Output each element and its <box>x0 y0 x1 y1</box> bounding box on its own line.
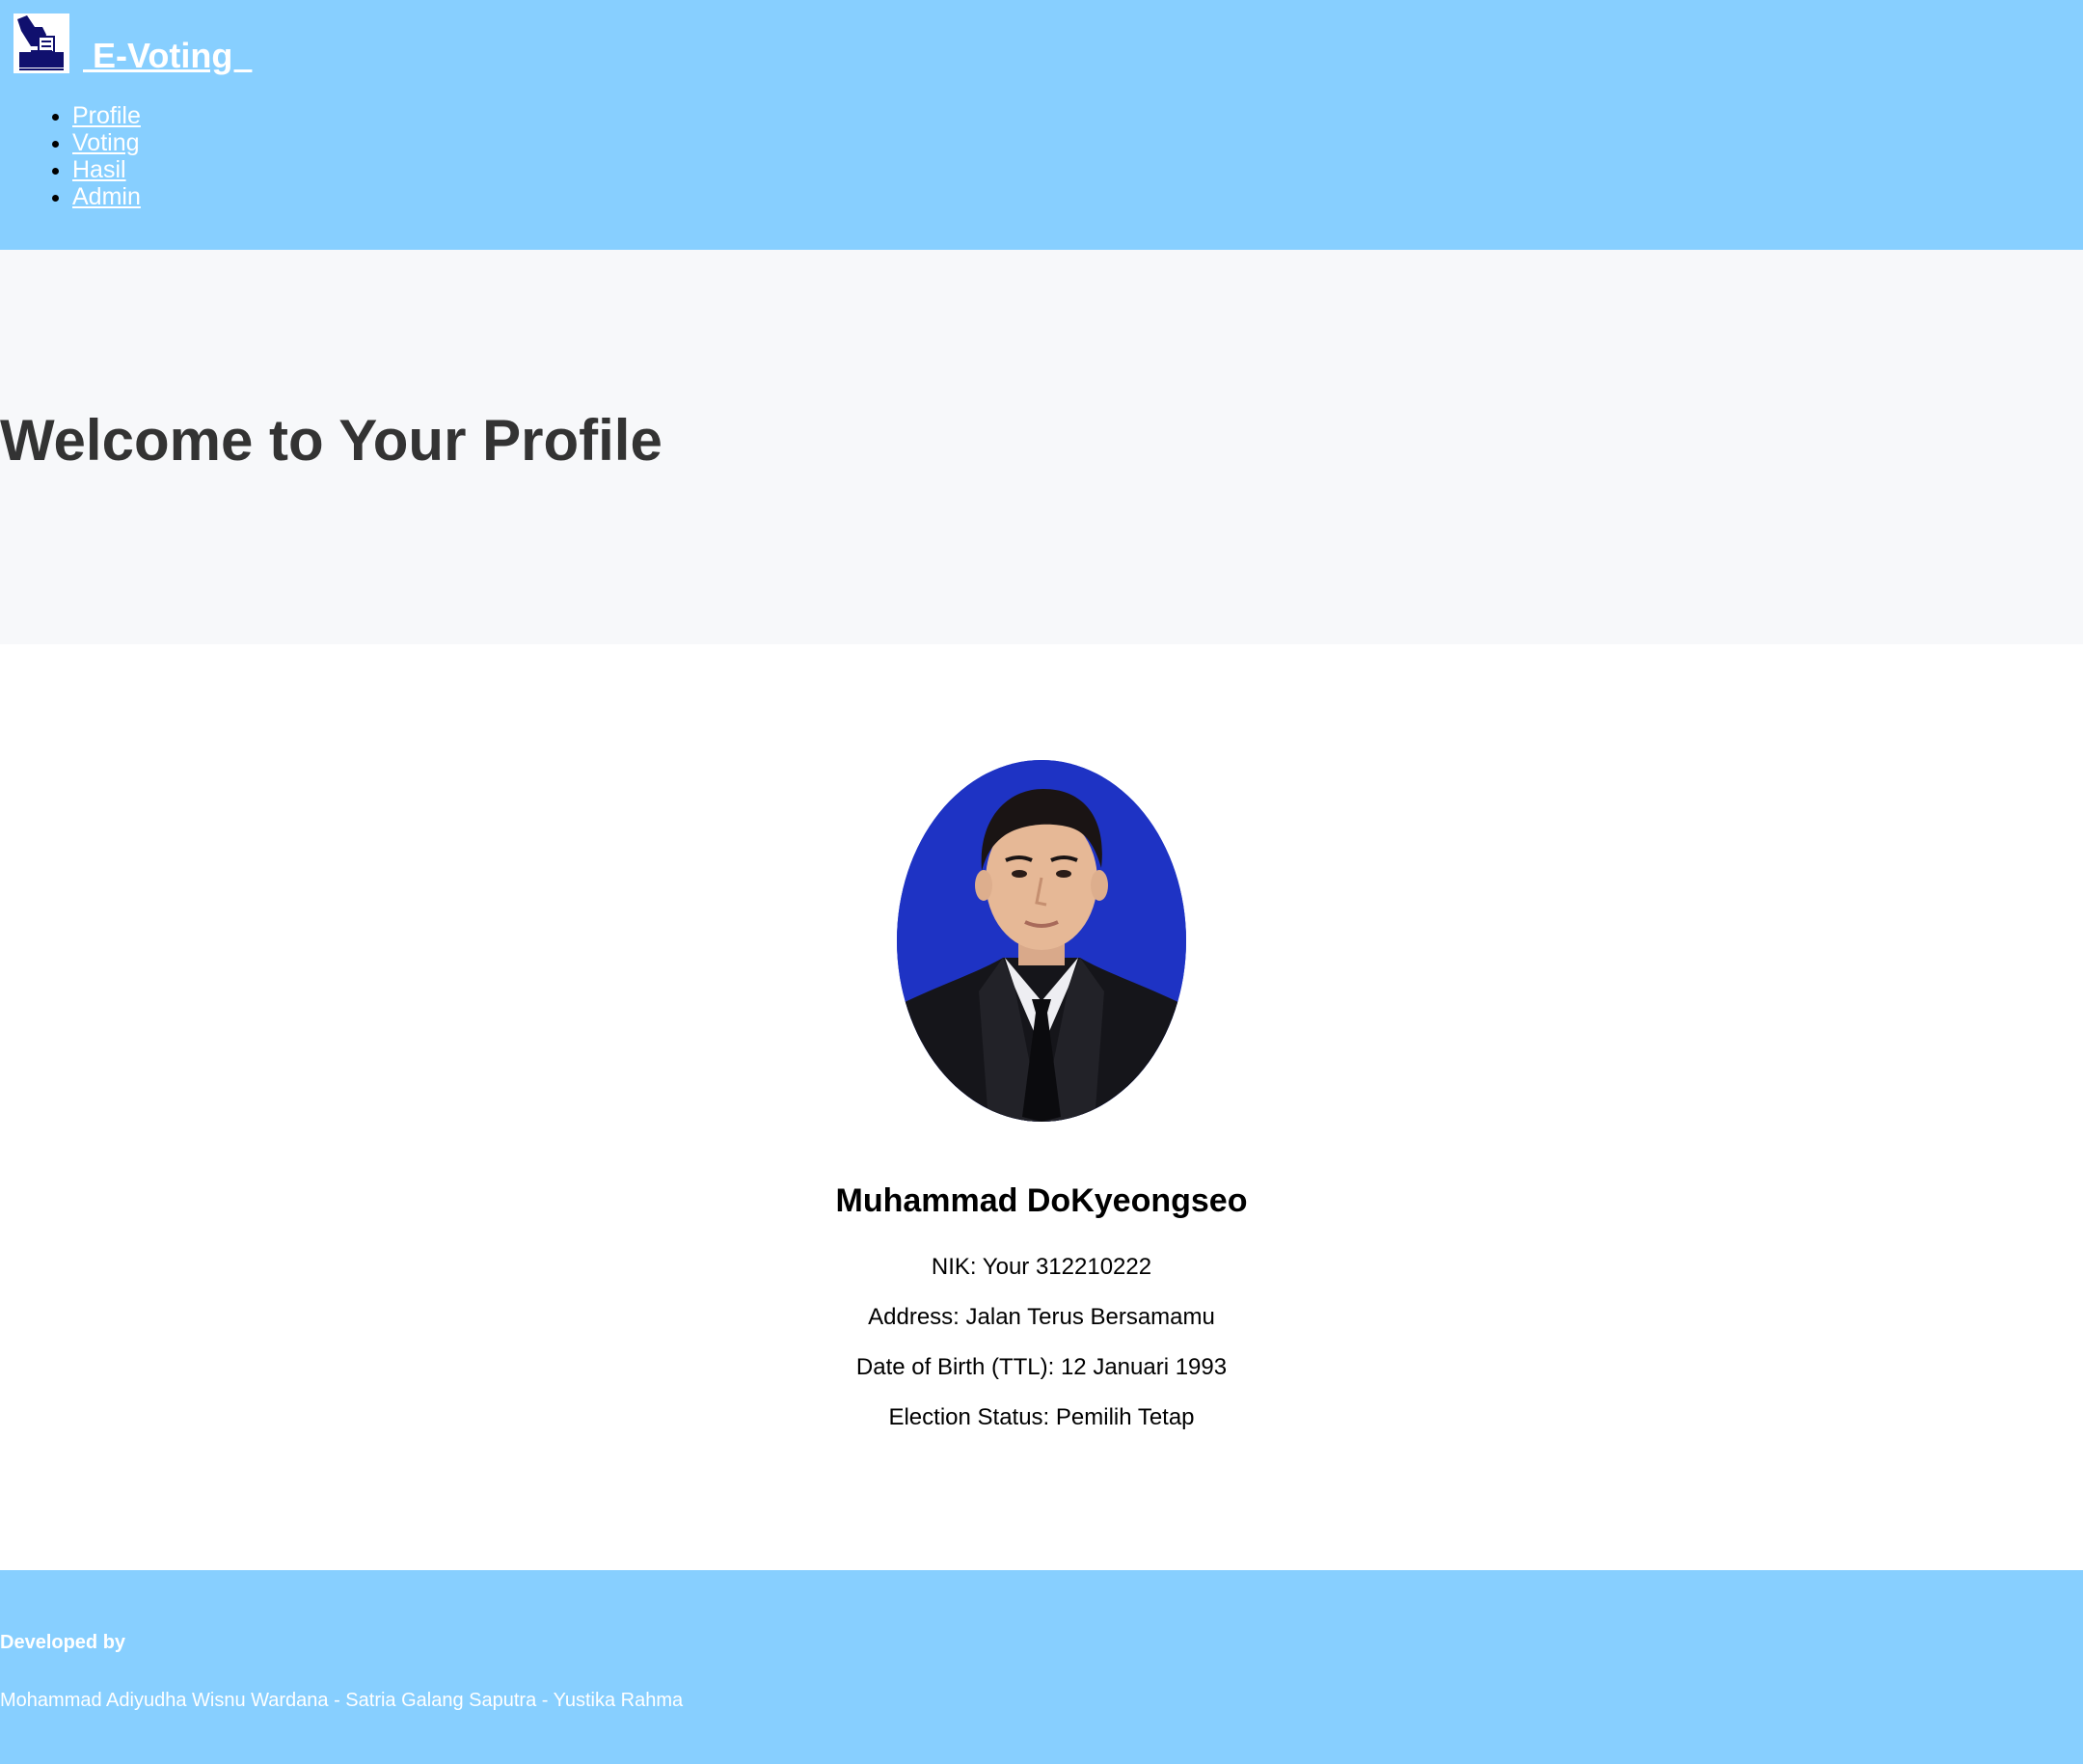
profile-name: Muhammad DoKyeongseo <box>835 1182 1248 1219</box>
profile-election-status: Election Status: Pemilih Tetap <box>888 1404 1195 1430</box>
brand-link[interactable]: E-Voting <box>14 14 252 73</box>
ballot-box-logo-icon <box>14 14 69 73</box>
page-title: Welcome to Your Profile <box>0 408 663 473</box>
avatar <box>897 760 1186 1122</box>
profile-date-of-birth: Date of Birth (TTL): 12 Januari 1993 <box>855 1354 1228 1380</box>
brand-title[interactable]: E-Voting <box>83 39 252 73</box>
nav-item-admin: Admin <box>72 183 141 210</box>
nav-item-voting: Voting <box>72 129 141 156</box>
nav-link-profile[interactable]: Profile <box>72 102 141 129</box>
profile-card: Muhammad DoKyeongseo NIK: Your 312210222… <box>0 644 2083 1570</box>
main-nav: Profile Voting Hasil Admin <box>0 102 141 210</box>
hero-section: Welcome to Your Profile <box>0 250 2083 644</box>
site-footer: Developed by Mohammad Adiyudha Wisnu War… <box>0 1570 2083 1764</box>
footer-title: Developed by <box>0 1632 126 1653</box>
nav-item-hasil: Hasil <box>72 156 141 183</box>
footer-developers: Mohammad Adiyudha Wisnu Wardana - Satria… <box>0 1690 684 1711</box>
nav-link-admin[interactable]: Admin <box>72 183 141 210</box>
site-header: E-Voting Profile Voting Hasil Admin <box>0 0 2083 250</box>
nav-link-voting[interactable]: Voting <box>72 129 140 156</box>
profile-nik: NIK: Your 312210222 <box>931 1254 1152 1280</box>
profile-address: Address: Jalan Terus Bersamamu <box>868 1304 1215 1330</box>
nav-item-profile: Profile <box>72 102 141 129</box>
nav-link-hasil[interactable]: Hasil <box>72 156 126 183</box>
